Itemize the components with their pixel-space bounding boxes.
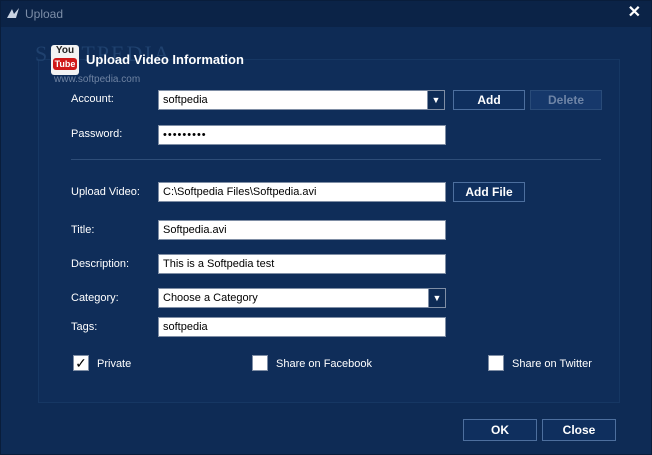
share-twitter-label: Share on Twitter <box>512 358 592 370</box>
title-field[interactable]: Softpedia.avi <box>158 220 446 240</box>
divider <box>71 159 601 160</box>
watermark-url: www.softpedia.com <box>54 74 141 85</box>
description-field[interactable]: This is a Softpedia test <box>158 254 446 274</box>
password-label: Password: <box>71 128 123 140</box>
add-file-button[interactable]: Add File <box>453 182 525 202</box>
category-value: Choose a Category <box>163 292 258 304</box>
category-select[interactable]: Choose a Category ▼ <box>158 288 446 308</box>
account-select[interactable]: softpedia ▼ <box>158 90 445 110</box>
share-facebook-checkbox[interactable] <box>252 355 268 371</box>
chevron-down-icon[interactable]: ▼ <box>428 289 445 307</box>
upload-window: Upload ✕ SOFTPEDIA www.softpedia.com You… <box>0 0 652 455</box>
account-label: Account: <box>71 93 114 105</box>
private-checkbox[interactable]: ✓ <box>73 355 89 371</box>
youtube-logo-tube: Tube <box>53 58 77 70</box>
title-bar[interactable]: Upload ✕ <box>1 1 651 27</box>
share-facebook-label: Share on Facebook <box>276 358 373 370</box>
app-icon <box>7 8 19 18</box>
window-title: Upload <box>25 7 64 21</box>
share-twitter-checkbox[interactable] <box>488 355 504 371</box>
title-label: Title: <box>71 224 95 236</box>
tags-label: Tags: <box>71 321 98 333</box>
youtube-logo: You Tube <box>51 45 79 75</box>
add-account-button[interactable]: Add <box>453 90 525 110</box>
upload-video-label: Upload Video: <box>71 186 140 198</box>
category-label: Category: <box>71 292 119 304</box>
close-icon[interactable]: ✕ <box>628 5 641 21</box>
tags-field[interactable]: softpedia <box>158 317 446 337</box>
upload-video-field[interactable]: C:\Softpedia Files\Softpedia.avi <box>158 182 446 202</box>
youtube-logo-you: You <box>55 45 75 56</box>
chevron-down-icon[interactable]: ▼ <box>427 91 444 109</box>
page-title: Upload Video Information <box>86 52 244 67</box>
password-field[interactable]: ••••••••• <box>158 125 446 145</box>
account-value: softpedia <box>163 94 208 106</box>
delete-account-button[interactable]: Delete <box>530 90 602 110</box>
private-label: Private <box>97 358 132 370</box>
description-label: Description: <box>71 258 130 270</box>
close-button[interactable]: Close <box>542 419 616 441</box>
ok-button[interactable]: OK <box>463 419 537 441</box>
